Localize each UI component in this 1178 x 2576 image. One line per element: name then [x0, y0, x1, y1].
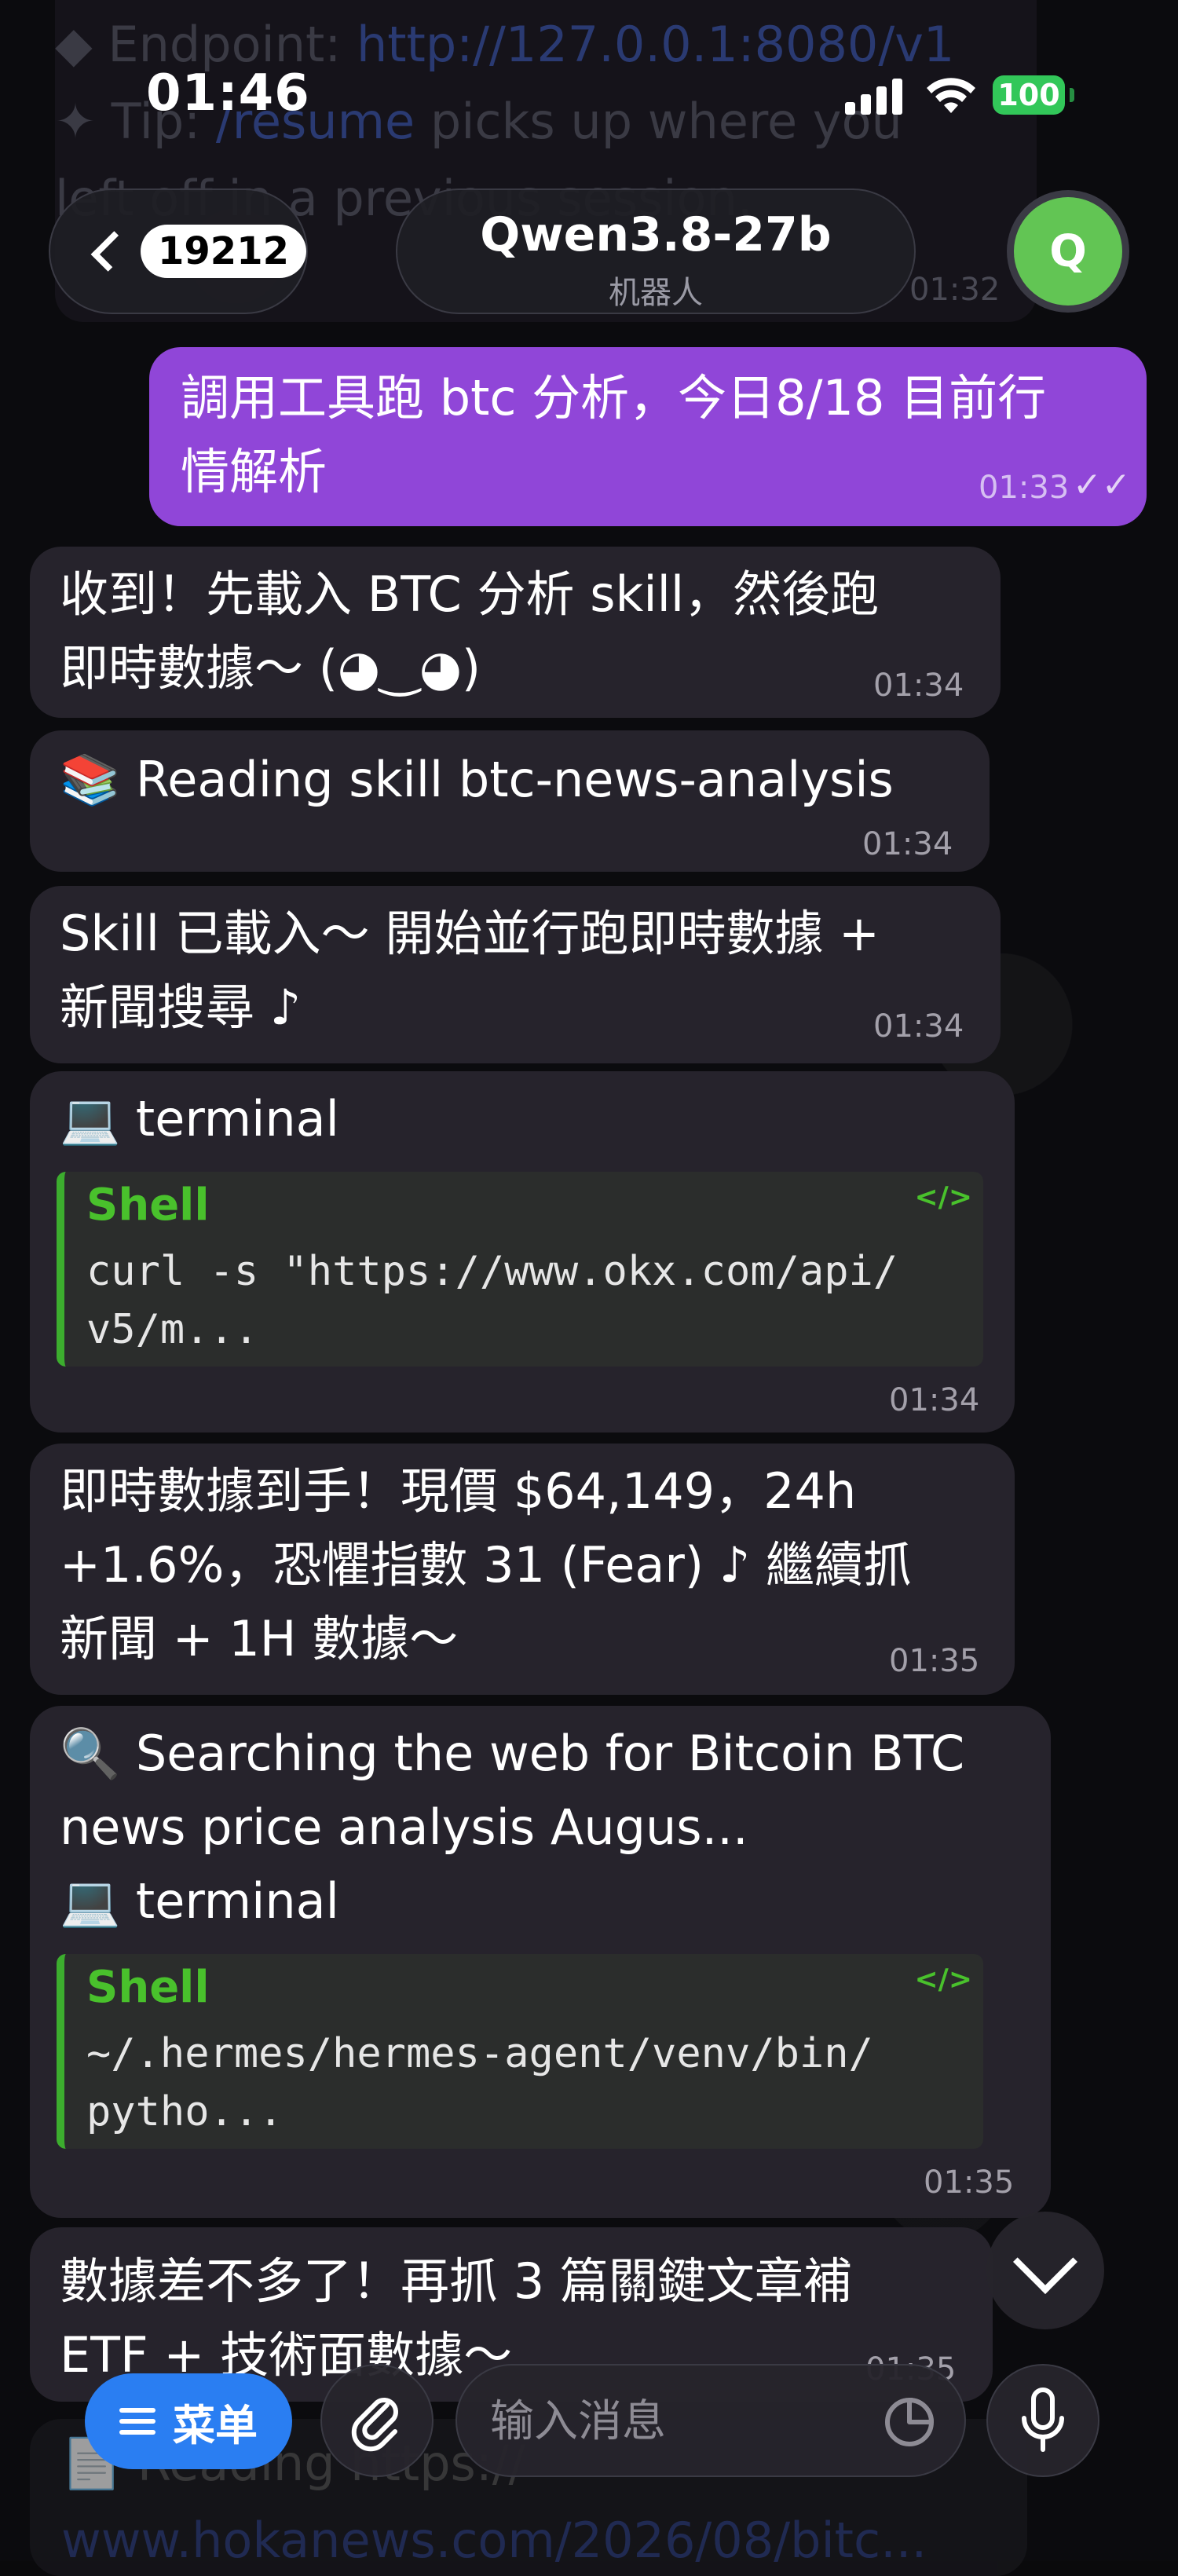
code-language-label: Shell	[86, 1180, 210, 1231]
message-text: 即時數據到手！現價 $64,149，24h +1.6%，恐懼指數 31 (Fear…	[60, 1462, 913, 1667]
paperclip-icon	[351, 2398, 398, 2452]
avatar-letter: Q	[1014, 197, 1122, 306]
read-receipt-icon: ✓✓	[1073, 465, 1131, 505]
message-text: 調用工具跑 btc 分析，今日8/18 目前行 情解析	[181, 369, 1047, 500]
message-input-container[interactable]	[455, 2364, 966, 2477]
message-time: 01:34	[862, 826, 953, 862]
message-time: 01:33	[979, 470, 1070, 506]
message-text: 📚 Reading skill btc-news-analysis	[60, 751, 894, 808]
microphone-button[interactable]	[986, 2364, 1099, 2477]
message-time: 01:34	[873, 1008, 964, 1045]
code-block[interactable]: Shell </> curl -s "https://www.okx.com/a…	[57, 1172, 983, 1367]
message-time: 01:35	[889, 1643, 980, 1679]
code-icon[interactable]: </>	[915, 1181, 972, 1213]
status-time: 01:46	[146, 64, 310, 123]
incoming-message[interactable]: 🔍 Searching the web for Bitcoin BTC news …	[30, 1706, 1051, 2218]
incoming-message[interactable]: 收到！先載入 BTC 分析 skill，然後跑 即時數據～ (◕‿◕) 01:34	[30, 547, 1001, 718]
message-text: 🔍 Searching the web for Bitcoin BTC news …	[60, 1725, 965, 1930]
previous-message-time: 01:32	[909, 272, 1001, 308]
attach-button[interactable]	[320, 2364, 434, 2477]
chat-header[interactable]: Qwen3.8-27b 机器人	[396, 188, 916, 314]
back-button[interactable]: 19212	[49, 188, 308, 314]
status-bar: 01:46 100	[0, 0, 1178, 181]
message-input[interactable]	[488, 2389, 853, 2453]
cellular-signal-icon	[845, 79, 902, 115]
message-text: 💻 terminal	[60, 1090, 339, 1147]
message-time: 01:35	[924, 2164, 1015, 2201]
chevron-down-icon	[1012, 2229, 1078, 2295]
code-text: curl -s "https://www.okx.com/api/ v5/m..…	[86, 1248, 898, 1353]
chevron-left-icon	[90, 231, 132, 272]
chat-subtitle: 机器人	[609, 275, 703, 311]
code-block[interactable]: Shell </> ~/.hermes/hermes-agent/venv/bi…	[57, 1954, 983, 2149]
battery-icon: 100	[993, 75, 1074, 115]
outgoing-message[interactable]: 調用工具跑 btc 分析，今日8/18 目前行 情解析 01:33 ✓✓	[149, 347, 1147, 526]
incoming-message[interactable]: 即時數據到手！現價 $64,149，24h +1.6%，恐懼指數 31 (Fear…	[30, 1444, 1015, 1695]
code-text: ~/.hermes/hermes-agent/venv/bin/ pytho..…	[86, 2030, 873, 2135]
message-text: 收到！先載入 BTC 分析 skill，然後跑 即時數據～ (◕‿◕)	[60, 565, 880, 697]
menu-label: 菜单	[173, 2400, 258, 2450]
code-language-label: Shell	[86, 1962, 210, 2013]
scroll-down-button[interactable]	[986, 2212, 1104, 2329]
sticker-icon[interactable]	[883, 2395, 936, 2449]
chat-title: Qwen3.8-27b	[480, 207, 832, 262]
code-icon[interactable]: </>	[915, 1963, 972, 1996]
message-time: 01:34	[873, 668, 964, 704]
avatar[interactable]: Q	[1007, 190, 1129, 313]
unread-count-badge: 19212	[141, 225, 306, 278]
wifi-icon	[927, 78, 975, 113]
message-time: 01:34	[889, 1382, 980, 1418]
message-text: Skill 已載入～ 開始並行跑即時數據 + 新聞搜尋 ♪	[60, 905, 880, 1036]
menu-button[interactable]: 菜单	[85, 2373, 292, 2469]
incoming-message[interactable]: 📚 Reading skill btc-news-analysis 01:34	[30, 730, 990, 872]
menu-icon	[119, 2408, 155, 2435]
incoming-message[interactable]: 💻 terminal Shell </> curl -s "https://ww…	[30, 1071, 1015, 1433]
microphone-icon	[1022, 2388, 1064, 2452]
incoming-message[interactable]: Skill 已載入～ 開始並行跑即時數據 + 新聞搜尋 ♪ 01:34	[30, 886, 1001, 1063]
